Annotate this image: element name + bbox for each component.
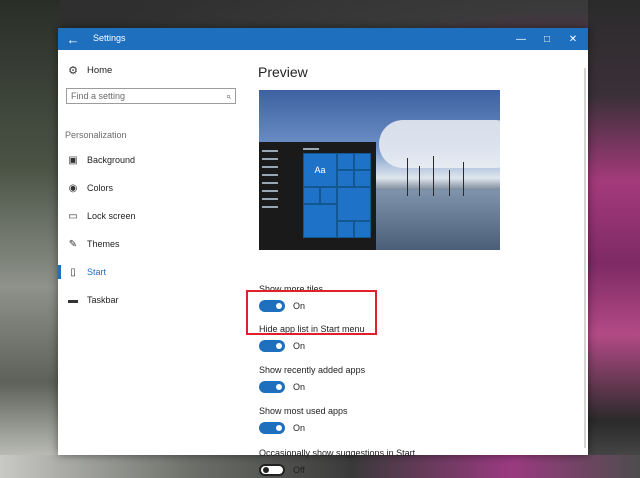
active-indicator — [58, 265, 61, 279]
preview-tile — [337, 187, 371, 221]
sidebar-item-label: Themes — [87, 239, 120, 249]
gear-icon: ⚙ — [68, 65, 78, 77]
minimize-icon: — — [516, 33, 526, 45]
app-list-line — [262, 182, 278, 184]
back-button[interactable]: ← — [62, 28, 84, 50]
maximize-button[interactable]: □ — [534, 28, 560, 50]
toggle-state: On — [293, 423, 306, 433]
preview-tile — [337, 153, 354, 170]
app-list-line — [262, 150, 278, 152]
toggle-state: On — [293, 382, 306, 392]
toggle-knob — [276, 384, 282, 390]
highlight-box — [246, 290, 377, 335]
sidebar-item-lock-screen[interactable]: ▭ Lock screen — [58, 204, 248, 228]
app-list-line — [262, 206, 278, 208]
sidebar-item-label: Background — [87, 155, 136, 165]
sidebar-item-label: Taskbar — [87, 295, 119, 305]
setting-suggestions: Occasionally show suggestions in Start O… — [259, 448, 415, 476]
close-icon: ✕ — [568, 33, 578, 45]
scrollbar[interactable] — [584, 68, 586, 448]
toggle-knob — [276, 425, 282, 431]
taskbar-icon: ▬ — [68, 294, 78, 306]
back-arrow-icon: ← — [66, 31, 80, 47]
boat-mast — [419, 166, 420, 196]
toggle-state: Off — [293, 465, 305, 475]
suggestions-toggle[interactable] — [259, 464, 285, 476]
hide-app-list-toggle[interactable] — [259, 340, 285, 352]
setting-recently-added: Show recently added apps On — [259, 365, 365, 393]
app-list-line — [262, 198, 278, 200]
preview-tile — [337, 221, 354, 238]
recently-added-toggle[interactable] — [259, 381, 285, 393]
sidebar-item-label: Colors — [87, 183, 114, 193]
tile-group-line — [303, 148, 319, 150]
desktop-background-right — [588, 0, 640, 478]
title-bar: ← Settings — □ ✕ — [58, 28, 588, 50]
toggle-knob — [263, 467, 269, 473]
boat-mast — [449, 170, 450, 196]
preview-tile — [354, 170, 371, 187]
start-icon: ▯ — [70, 266, 76, 278]
sidebar-item-colors[interactable]: ◉ Colors — [58, 176, 248, 200]
preview-tile — [320, 187, 337, 204]
preview-tile-aa: Aa — [303, 153, 337, 187]
app-list-line — [262, 174, 278, 176]
setting-label: Show recently added apps — [259, 365, 366, 375]
most-used-toggle[interactable] — [259, 422, 285, 434]
maximize-icon: □ — [543, 33, 551, 45]
preview-start-menu: Aa — [259, 142, 376, 250]
sidebar-item-taskbar[interactable]: ▬ Taskbar — [58, 288, 248, 312]
window-title: Settings — [93, 33, 126, 43]
sidebar-item-background[interactable]: ▣ Background — [58, 148, 248, 172]
preview-tile — [303, 204, 337, 238]
toggle-knob — [276, 343, 282, 349]
preview-tile — [354, 221, 371, 238]
boat-mast — [407, 158, 408, 196]
sidebar: ⚙ Home Find a setting ⌕ Personalization … — [58, 50, 248, 455]
picture-icon: ▣ — [68, 154, 78, 166]
toggle-state: On — [293, 341, 306, 351]
preview-tile — [354, 153, 371, 170]
page-title: Preview — [258, 64, 308, 80]
sidebar-item-label: Start — [87, 267, 107, 277]
preview-boats — [399, 154, 489, 196]
app-list-line — [262, 158, 278, 160]
preview-tile — [337, 170, 354, 187]
boat-mast — [463, 162, 464, 196]
boat-mast — [433, 156, 434, 196]
sidebar-item-start[interactable]: ▯ Start — [58, 260, 248, 284]
minimize-button[interactable]: — — [508, 28, 534, 50]
setting-most-used: Show most used apps On — [259, 406, 348, 434]
close-button[interactable]: ✕ — [560, 28, 586, 50]
palette-icon: ◉ — [68, 182, 78, 194]
setting-label: Occasionally show suggestions in Start — [259, 448, 416, 458]
search-icon[interactable]: ⌕ — [226, 91, 231, 102]
section-label: Personalization — [65, 130, 127, 140]
sidebar-item-themes[interactable]: ✎ Themes — [58, 232, 248, 256]
setting-label: Show most used apps — [259, 406, 348, 416]
lock-screen-icon: ▭ — [68, 210, 78, 222]
app-list-line — [262, 190, 278, 192]
home-link[interactable]: ⚙ Home — [67, 64, 112, 77]
themes-icon: ✎ — [68, 238, 78, 250]
sidebar-item-label: Lock screen — [87, 211, 136, 221]
start-preview-image: Aa — [259, 90, 500, 250]
settings-window: ← Settings — □ ✕ ⚙ Home Find a setting ⌕… — [58, 28, 588, 476]
main-panel: Preview Aa Show more tiles On Hide app l… — [248, 50, 588, 476]
search-placeholder: Find a setting — [71, 91, 126, 101]
search-input[interactable]: Find a setting ⌕ — [66, 88, 236, 104]
preview-tile — [303, 187, 320, 204]
home-label: Home — [87, 65, 113, 76]
app-list-line — [262, 166, 278, 168]
desktop-background-left — [0, 0, 60, 478]
